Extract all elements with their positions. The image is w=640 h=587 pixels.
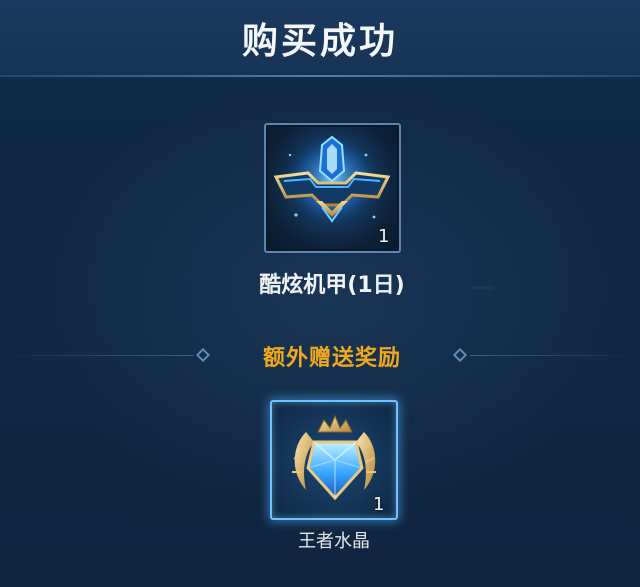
reward-item-card[interactable]: 1 [270, 400, 398, 520]
item-count: 1 [378, 226, 390, 247]
divider-right [470, 355, 640, 356]
page-title: 购买成功 [241, 21, 398, 62]
reward-count: 1 [373, 494, 385, 515]
divider-left [0, 355, 194, 356]
header-divider [0, 75, 640, 77]
purchased-item-name: 酷炫机甲(1日) [259, 273, 405, 298]
header-bar: 购买成功 [0, 0, 640, 76]
bonus-title: 额外赠送奖励 [262, 346, 401, 371]
purchase-success-screen: — 购买成功 1 酷炫机甲(1日) 额外赠送奖励 1 王者水晶 [0, 0, 640, 587]
reward-item-name: 王者水晶 [298, 531, 370, 552]
background-ghost-text: — [470, 272, 496, 302]
purchased-item-card[interactable]: 1 [264, 123, 401, 253]
